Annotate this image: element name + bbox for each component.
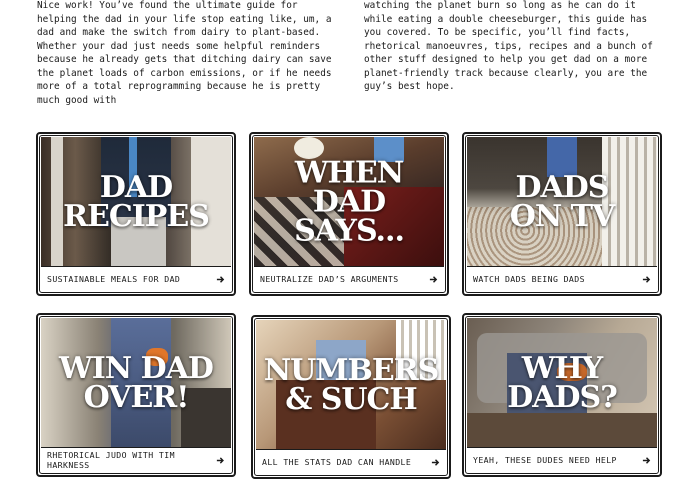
intro-text: Nice work! You’ve found the ultimate gui… — [37, 0, 667, 106]
card-win-dad-over[interactable]: WIN DAD OVER! RHETORICAL JUDO WITH TIM H… — [36, 313, 236, 477]
card-caption-bar[interactable]: SUSTAINABLE MEALS FOR DAD — [41, 266, 231, 291]
intro-right-column: watching the planet burn so long as he c… — [364, 0, 653, 92]
card-caption: YEAH, THESE DUDES NEED HELP — [473, 455, 617, 465]
card-title: DAD RECIPES — [63, 169, 210, 234]
card-title: DADS ON TV — [509, 169, 616, 234]
card-photo: WHY DADS? — [467, 318, 657, 447]
arrow-right-icon — [217, 456, 225, 464]
card-caption-bar[interactable]: ALL THE STATS DAD CAN HANDLE — [256, 449, 446, 474]
arrow-right-icon — [642, 275, 651, 283]
card-title: NUMBERS & SUCH — [263, 352, 440, 417]
card-title: WHY DADS? — [507, 350, 618, 415]
card-title: WIN DAD OVER! — [59, 350, 214, 415]
card-caption: NEUTRALIZE DAD’S ARGUMENTS — [260, 274, 399, 284]
card-numbers-and-such[interactable]: NUMBERS & SUCH ALL THE STATS DAD CAN HAN… — [251, 315, 451, 479]
card-caption: SUSTAINABLE MEALS FOR DAD — [47, 274, 181, 284]
arrow-right-icon — [431, 458, 440, 466]
card-dads-on-tv[interactable]: DADS ON TV WATCH DADS BEING DADS — [462, 132, 662, 296]
card-photo: DAD RECIPES — [41, 137, 231, 266]
card-caption: ALL THE STATS DAD CAN HANDLE — [262, 457, 412, 467]
card-photo: WHEN DAD SAYS... — [254, 137, 444, 266]
intro-left-column: Nice work! You’ve found the ultimate gui… — [37, 0, 332, 106]
card-when-dad-says[interactable]: WHEN DAD SAYS... NEUTRALIZE DAD’S ARGUME… — [249, 132, 449, 296]
card-title: WHEN DAD SAYS... — [294, 155, 405, 248]
arrow-right-icon — [429, 275, 438, 283]
card-photo: NUMBERS & SUCH — [256, 320, 446, 449]
card-photo: WIN DAD OVER! — [41, 318, 231, 447]
card-caption: RHETORICAL JUDO WITH TIM HARKNESS — [47, 450, 175, 470]
card-dad-recipes[interactable]: DAD RECIPES SUSTAINABLE MEALS FOR DAD — [36, 132, 236, 296]
card-caption: WATCH DADS BEING DADS — [473, 274, 585, 284]
card-caption-bar[interactable]: RHETORICAL JUDO WITH TIM HARKNESS — [41, 447, 231, 472]
card-photo: DADS ON TV — [467, 137, 657, 266]
card-caption-bar[interactable]: NEUTRALIZE DAD’S ARGUMENTS — [254, 266, 444, 291]
card-caption-bar[interactable]: YEAH, THESE DUDES NEED HELP — [467, 447, 657, 472]
card-caption-bar[interactable]: WATCH DADS BEING DADS — [467, 266, 657, 291]
card-why-dads[interactable]: WHY DADS? YEAH, THESE DUDES NEED HELP — [462, 313, 662, 477]
arrow-right-icon — [216, 275, 225, 283]
arrow-right-icon — [642, 456, 651, 464]
